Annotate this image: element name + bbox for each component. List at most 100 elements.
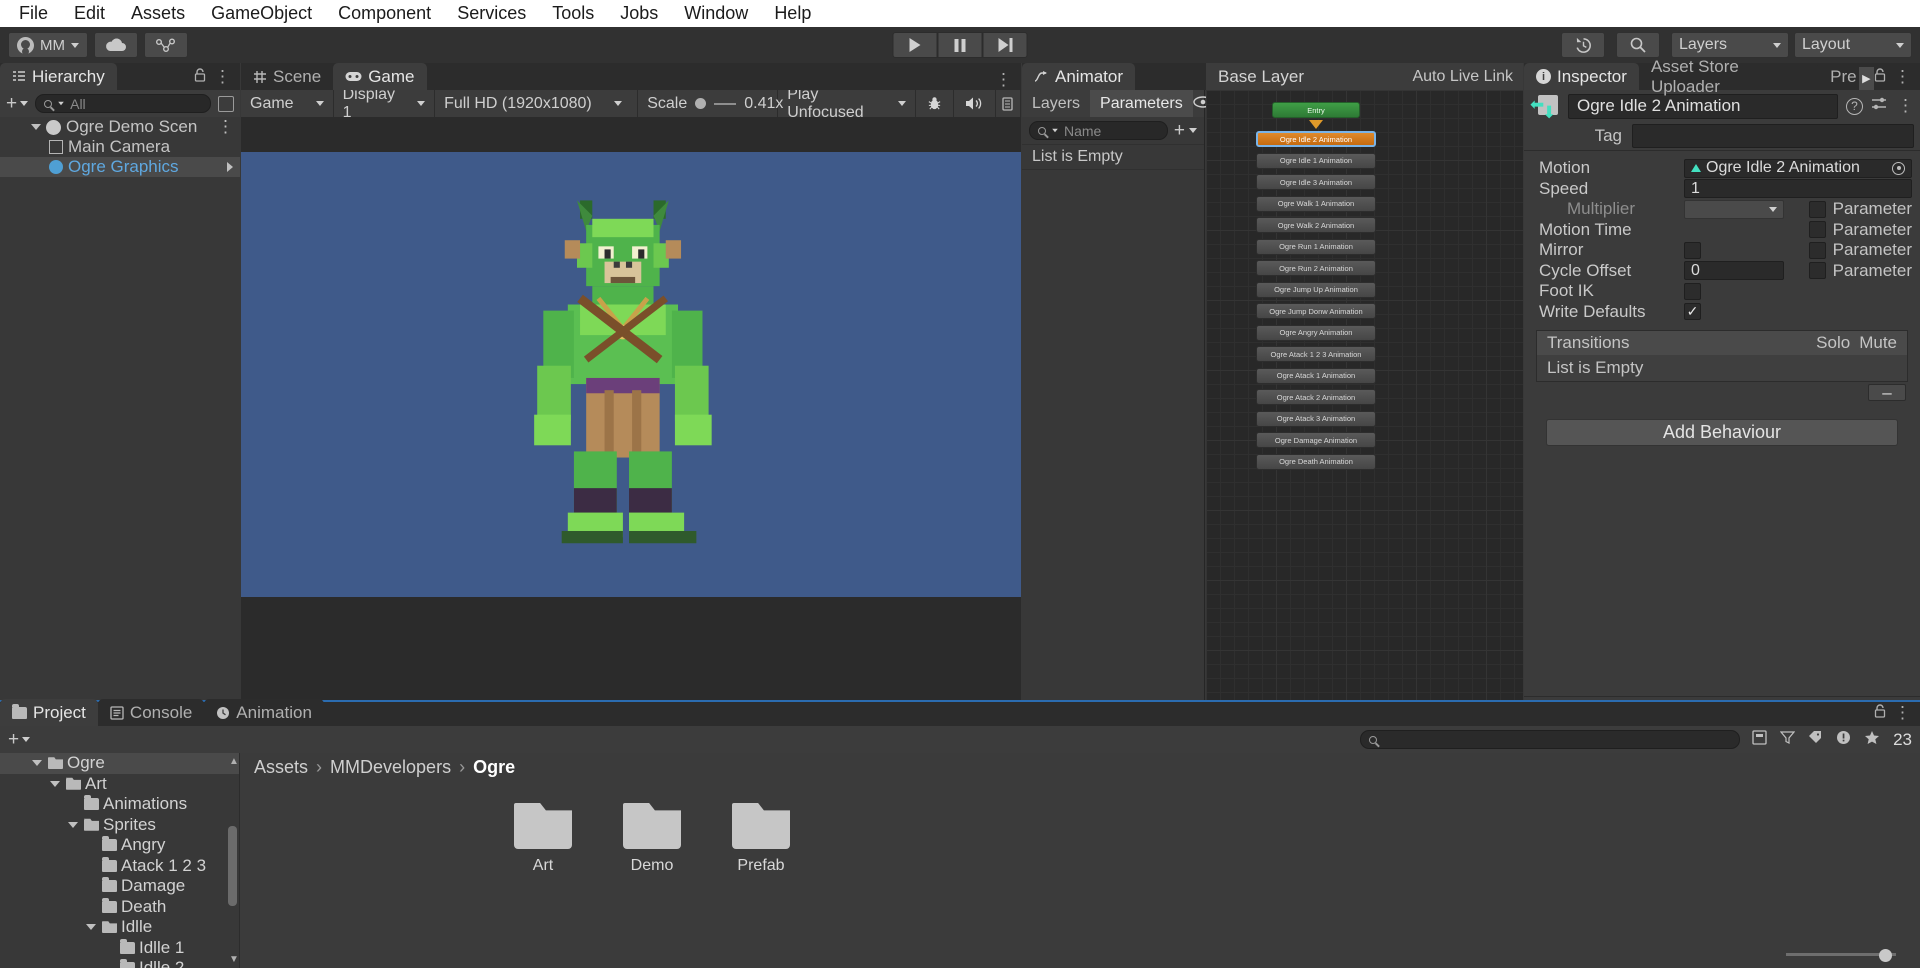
parameter-checkbox[interactable] [1808,221,1826,239]
project-tree-row-7[interactable]: Death [0,897,239,918]
project-tree-row-0[interactable]: Ogre [0,753,239,774]
add-behaviour-button[interactable]: Add Behaviour [1546,419,1898,446]
project-tree-row-1[interactable]: Art [0,774,239,795]
project-tree-row-4[interactable]: Angry [0,835,239,856]
tab-hierarchy[interactable]: Hierarchy [0,63,117,90]
scale-knob[interactable] [695,98,707,109]
text-field[interactable]: 0 [1684,261,1784,281]
menu-item-assets[interactable]: Assets [118,0,198,27]
parameter-checkbox[interactable] [1808,262,1826,280]
menu-item-help[interactable]: Help [761,0,824,27]
undo-history-button[interactable] [1561,32,1605,58]
animator-node-11[interactable]: Ogre Atack 1 Animation [1256,367,1376,384]
chevron-down-icon[interactable] [68,821,78,828]
help-icon[interactable]: ? [1846,97,1863,115]
scale-slider[interactable]: Scale 0.41x [638,90,783,117]
filter-icon[interactable] [1779,730,1796,749]
kebab-icon[interactable]: ⋮ [214,68,231,85]
menu-item-services[interactable]: Services [444,0,539,27]
object-picker-icon[interactable] [1892,161,1905,175]
parameter-dropdown[interactable] [1684,199,1784,219]
project-tree-row-3[interactable]: Sprites [0,815,239,836]
project-tree-row-5[interactable]: Atack 1 2 3 [0,856,239,877]
project-tree-row-9[interactable]: Idlle 1 [0,938,239,959]
parameter-search-input[interactable]: Name [1029,121,1168,140]
display-dropdown[interactable]: Display 1 [334,86,436,121]
project-tree-row-10[interactable]: Idlle 2 [0,958,239,968]
menu-item-tools[interactable]: Tools [539,0,607,27]
game-viewport[interactable] [241,117,1021,726]
account-button[interactable]: MM [8,32,88,58]
tab-overflow-arrow-icon[interactable]: ▶ [1858,67,1874,90]
chevron-down-icon[interactable] [32,760,42,767]
menu-item-edit[interactable]: Edit [61,0,118,27]
tab-inspector[interactable]: i Inspector [1524,63,1639,90]
hierarchy-search-input[interactable]: All [35,94,211,113]
tab-parameters[interactable]: Parameters [1090,90,1193,117]
kebab-icon[interactable]: ⋮ [1894,68,1911,85]
menu-item-file[interactable]: File [6,0,61,27]
save-filter-icon[interactable] [1752,730,1767,749]
gameview-mode-dropdown[interactable]: Game [241,90,334,117]
project-tree-row-6[interactable]: Damage [0,876,239,897]
create-asset-button[interactable]: + [8,729,31,751]
tab-animation[interactable]: Animation [204,699,324,726]
asset-item-art[interactable]: Art [512,803,574,875]
stats-button[interactable] [916,90,954,117]
tab-layers[interactable]: Layers [1022,90,1090,117]
tab-console[interactable]: Console [97,699,205,726]
scroll-up-arrow-icon[interactable]: ▲ [229,756,239,767]
lock-icon[interactable] [1874,68,1886,86]
auto-live-link-toggle[interactable]: Auto Live Link [1412,68,1523,86]
object-field[interactable]: Ogre Idle 2 Animation [1684,158,1912,178]
tab-asset-store-uploader[interactable]: Asset Store Uploader [1638,57,1819,96]
layers-dropdown[interactable]: Layers [1671,32,1789,58]
project-tree-row-8[interactable]: Idlle [0,917,239,938]
breadcrumb-item-ogre[interactable]: Ogre [473,757,515,778]
lock-icon[interactable] [1874,704,1886,722]
animator-node-0[interactable]: Ogre Idle 2 Animation [1256,131,1376,147]
scroll-down-arrow-icon[interactable]: ▼ [229,954,239,965]
kebab-icon[interactable]: ⋮ [217,118,240,135]
chevron-right-icon[interactable] [227,162,233,172]
text-field[interactable]: 1 [1684,179,1912,199]
collab-button[interactable] [144,32,188,58]
preset-icon[interactable] [1871,96,1889,117]
tab-scene[interactable]: Scene [241,63,334,90]
kebab-icon[interactable]: ⋮ [1894,704,1911,721]
play-button[interactable] [892,32,938,58]
animator-node-12[interactable]: Ogre Atack 2 Animation [1256,389,1376,405]
project-tree-row-2[interactable]: Animations [0,794,239,815]
breadcrumb-item-assets[interactable]: Assets [254,757,308,778]
parameter-checkbox[interactable] [1808,200,1826,218]
mute-audio-button[interactable] [954,90,996,117]
animator-node-14[interactable]: Ogre Damage Animation [1256,432,1376,448]
asset-item-prefab[interactable]: Prefab [730,803,792,875]
chevron-down-icon[interactable] [31,124,41,130]
hierarchy-row-0[interactable]: Ogre Demo Scen ⋮ [0,117,240,137]
animator-node-15[interactable]: Ogre Death Animation [1256,453,1376,470]
playmode-dropdown[interactable]: Play Unfocused [778,86,916,121]
tag-input[interactable] [1632,124,1914,148]
thumbnail-zoom-knob[interactable] [1879,949,1892,962]
project-content-area[interactable]: Assets › MMDevelopers › Ogre Art Demo Prefab [240,753,1920,968]
twisty[interactable] [86,924,98,931]
warning-icon[interactable] [1836,730,1851,749]
resolution-dropdown[interactable]: Full HD (1920x1080) [435,90,639,117]
kebab-icon[interactable]: ⋮ [1897,97,1914,114]
layout-dropdown[interactable]: Layout [1794,32,1912,58]
tab-animator[interactable]: Animator [1022,63,1136,90]
animator-node-1[interactable]: Ogre Idle 1 Animation [1256,152,1376,169]
tab-preview[interactable]: Pre [1818,63,1859,90]
animator-node-10[interactable]: Ogre Atack 1 2 3 Animation [1256,346,1376,362]
animator-node-9[interactable]: Ogre Angry Animation [1256,324,1376,341]
search-button[interactable] [1616,32,1660,58]
kebab-icon[interactable]: ⋮ [995,71,1012,88]
animator-node-5[interactable]: Ogre Run 1 Animation [1256,238,1376,255]
step-button[interactable] [982,32,1028,58]
asset-name-input[interactable]: Ogre Idle 2 Animation [1568,93,1838,119]
chevron-down-icon[interactable] [50,780,60,787]
menu-item-window[interactable]: Window [671,0,761,27]
gizmos-button[interactable] [996,90,1021,117]
breadcrumb-base-layer[interactable]: Base Layer [1206,67,1316,87]
